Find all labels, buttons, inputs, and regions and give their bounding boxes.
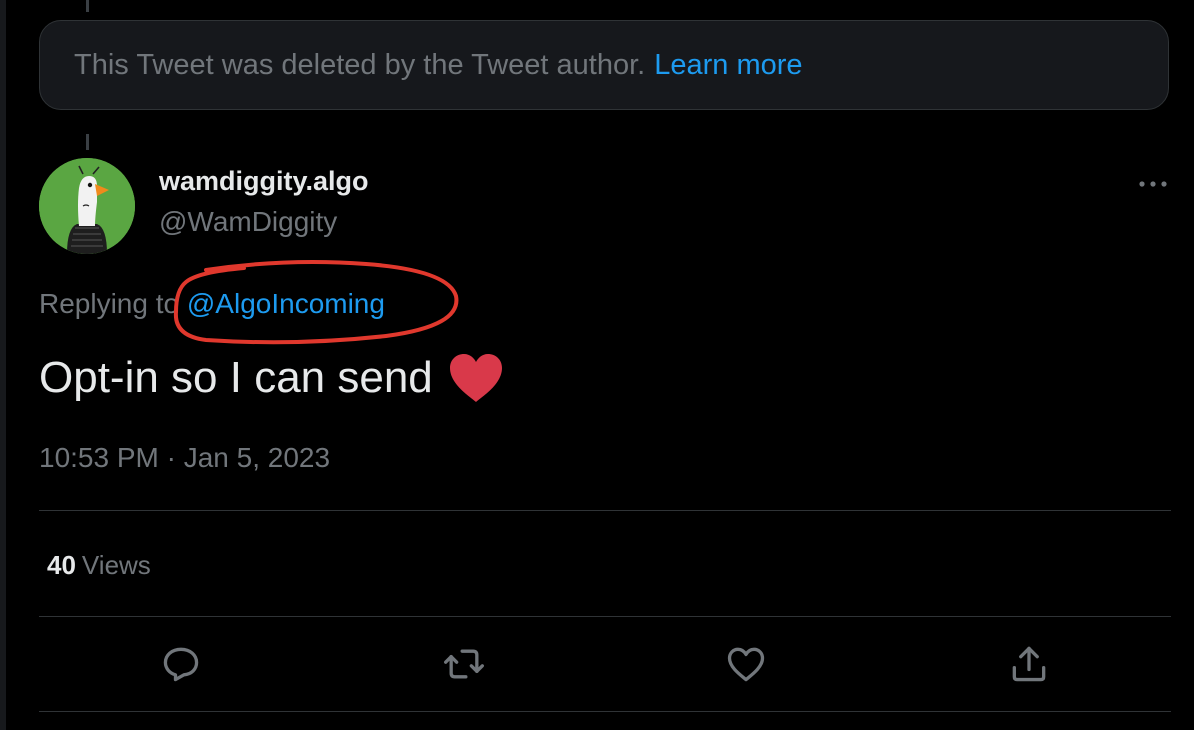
learn-more-link[interactable]: Learn more bbox=[654, 49, 802, 82]
views-label: Views bbox=[81, 550, 151, 580]
share-button[interactable] bbox=[1007, 642, 1051, 686]
divider bbox=[39, 510, 1171, 511]
retweet-icon bbox=[444, 649, 484, 679]
retweet-button[interactable] bbox=[442, 642, 486, 686]
thread-connector-line bbox=[86, 0, 89, 12]
tweet-text: Opt-in so I can send bbox=[39, 352, 505, 404]
views-stat: 40 Views bbox=[47, 550, 151, 581]
deleted-tweet-notice: This Tweet was deleted by the Tweet auth… bbox=[39, 20, 1169, 110]
avatar[interactable] bbox=[39, 158, 135, 254]
more-options-icon[interactable] bbox=[1134, 170, 1174, 198]
heart-icon bbox=[727, 647, 765, 682]
divider bbox=[39, 711, 1171, 712]
views-count: 40 bbox=[47, 550, 76, 580]
display-name[interactable]: wamdiggity.algo bbox=[159, 166, 369, 197]
deleted-notice-text: This Tweet was deleted by the Tweet auth… bbox=[74, 48, 646, 81]
tweet-timestamp[interactable]: 10:53 PM · Jan 5, 2023 bbox=[39, 442, 330, 474]
like-button[interactable] bbox=[724, 642, 768, 686]
replying-prefix: Replying to bbox=[39, 288, 180, 319]
tweet-body: Opt-in so I can send bbox=[39, 353, 433, 402]
window-edge bbox=[0, 0, 6, 730]
replying-to-line: Replying to @AlgoIncoming bbox=[39, 288, 385, 320]
reply-icon bbox=[163, 647, 199, 682]
divider bbox=[39, 616, 1171, 617]
replying-mention-link[interactable]: @AlgoIncoming bbox=[187, 288, 385, 319]
user-handle[interactable]: @WamDiggity bbox=[159, 206, 337, 238]
reply-button[interactable] bbox=[159, 642, 203, 686]
thread-connector-line bbox=[86, 134, 89, 150]
goose-avatar-image bbox=[39, 158, 135, 254]
heart-emoji bbox=[447, 352, 505, 404]
share-icon bbox=[1012, 646, 1046, 682]
